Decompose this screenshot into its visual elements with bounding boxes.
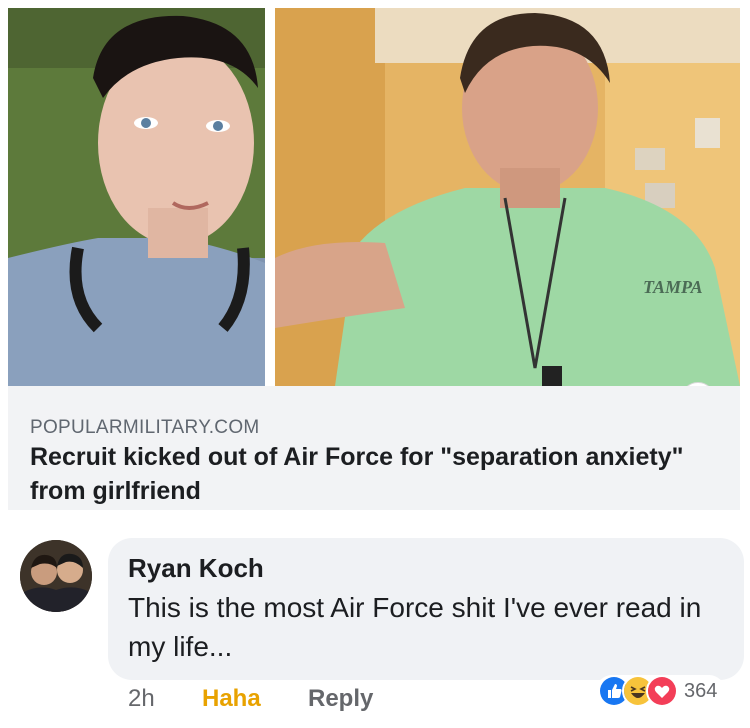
haha-reaction-button[interactable]: Haha <box>202 685 308 713</box>
reaction-summary[interactable]: 364 <box>596 675 726 707</box>
article-photo-left[interactable] <box>8 8 265 386</box>
link-domain: POPULARMILITARY.COM <box>30 417 260 438</box>
recruit-selfie-image <box>8 8 265 386</box>
link-title[interactable]: Recruit kicked out of Air Force for "sep… <box>30 440 720 508</box>
comment-author[interactable]: Ryan Koch <box>128 553 264 584</box>
link-preview-card[interactable]: POPULARMILITARY.COM Recruit kicked out o… <box>8 386 740 510</box>
shirt-text: TAMPA <box>643 277 703 297</box>
reaction-count: 364 <box>684 679 718 702</box>
avatar[interactable] <box>20 540 92 612</box>
love-icon <box>646 675 678 707</box>
commenter-avatar-image <box>20 540 92 612</box>
recruit-video-still-image: TAMPA <box>275 8 740 386</box>
comment-bubble: Ryan Koch This is the most Air Force shi… <box>108 538 744 680</box>
article-photo-right[interactable]: TAMPA <box>275 8 740 386</box>
comment-actions: 2h Haha Reply <box>128 685 373 713</box>
reply-button[interactable]: Reply <box>308 685 373 713</box>
comment-text: This is the most Air Force shit I've eve… <box>128 592 702 662</box>
comment-timestamp[interactable]: 2h <box>128 685 202 713</box>
